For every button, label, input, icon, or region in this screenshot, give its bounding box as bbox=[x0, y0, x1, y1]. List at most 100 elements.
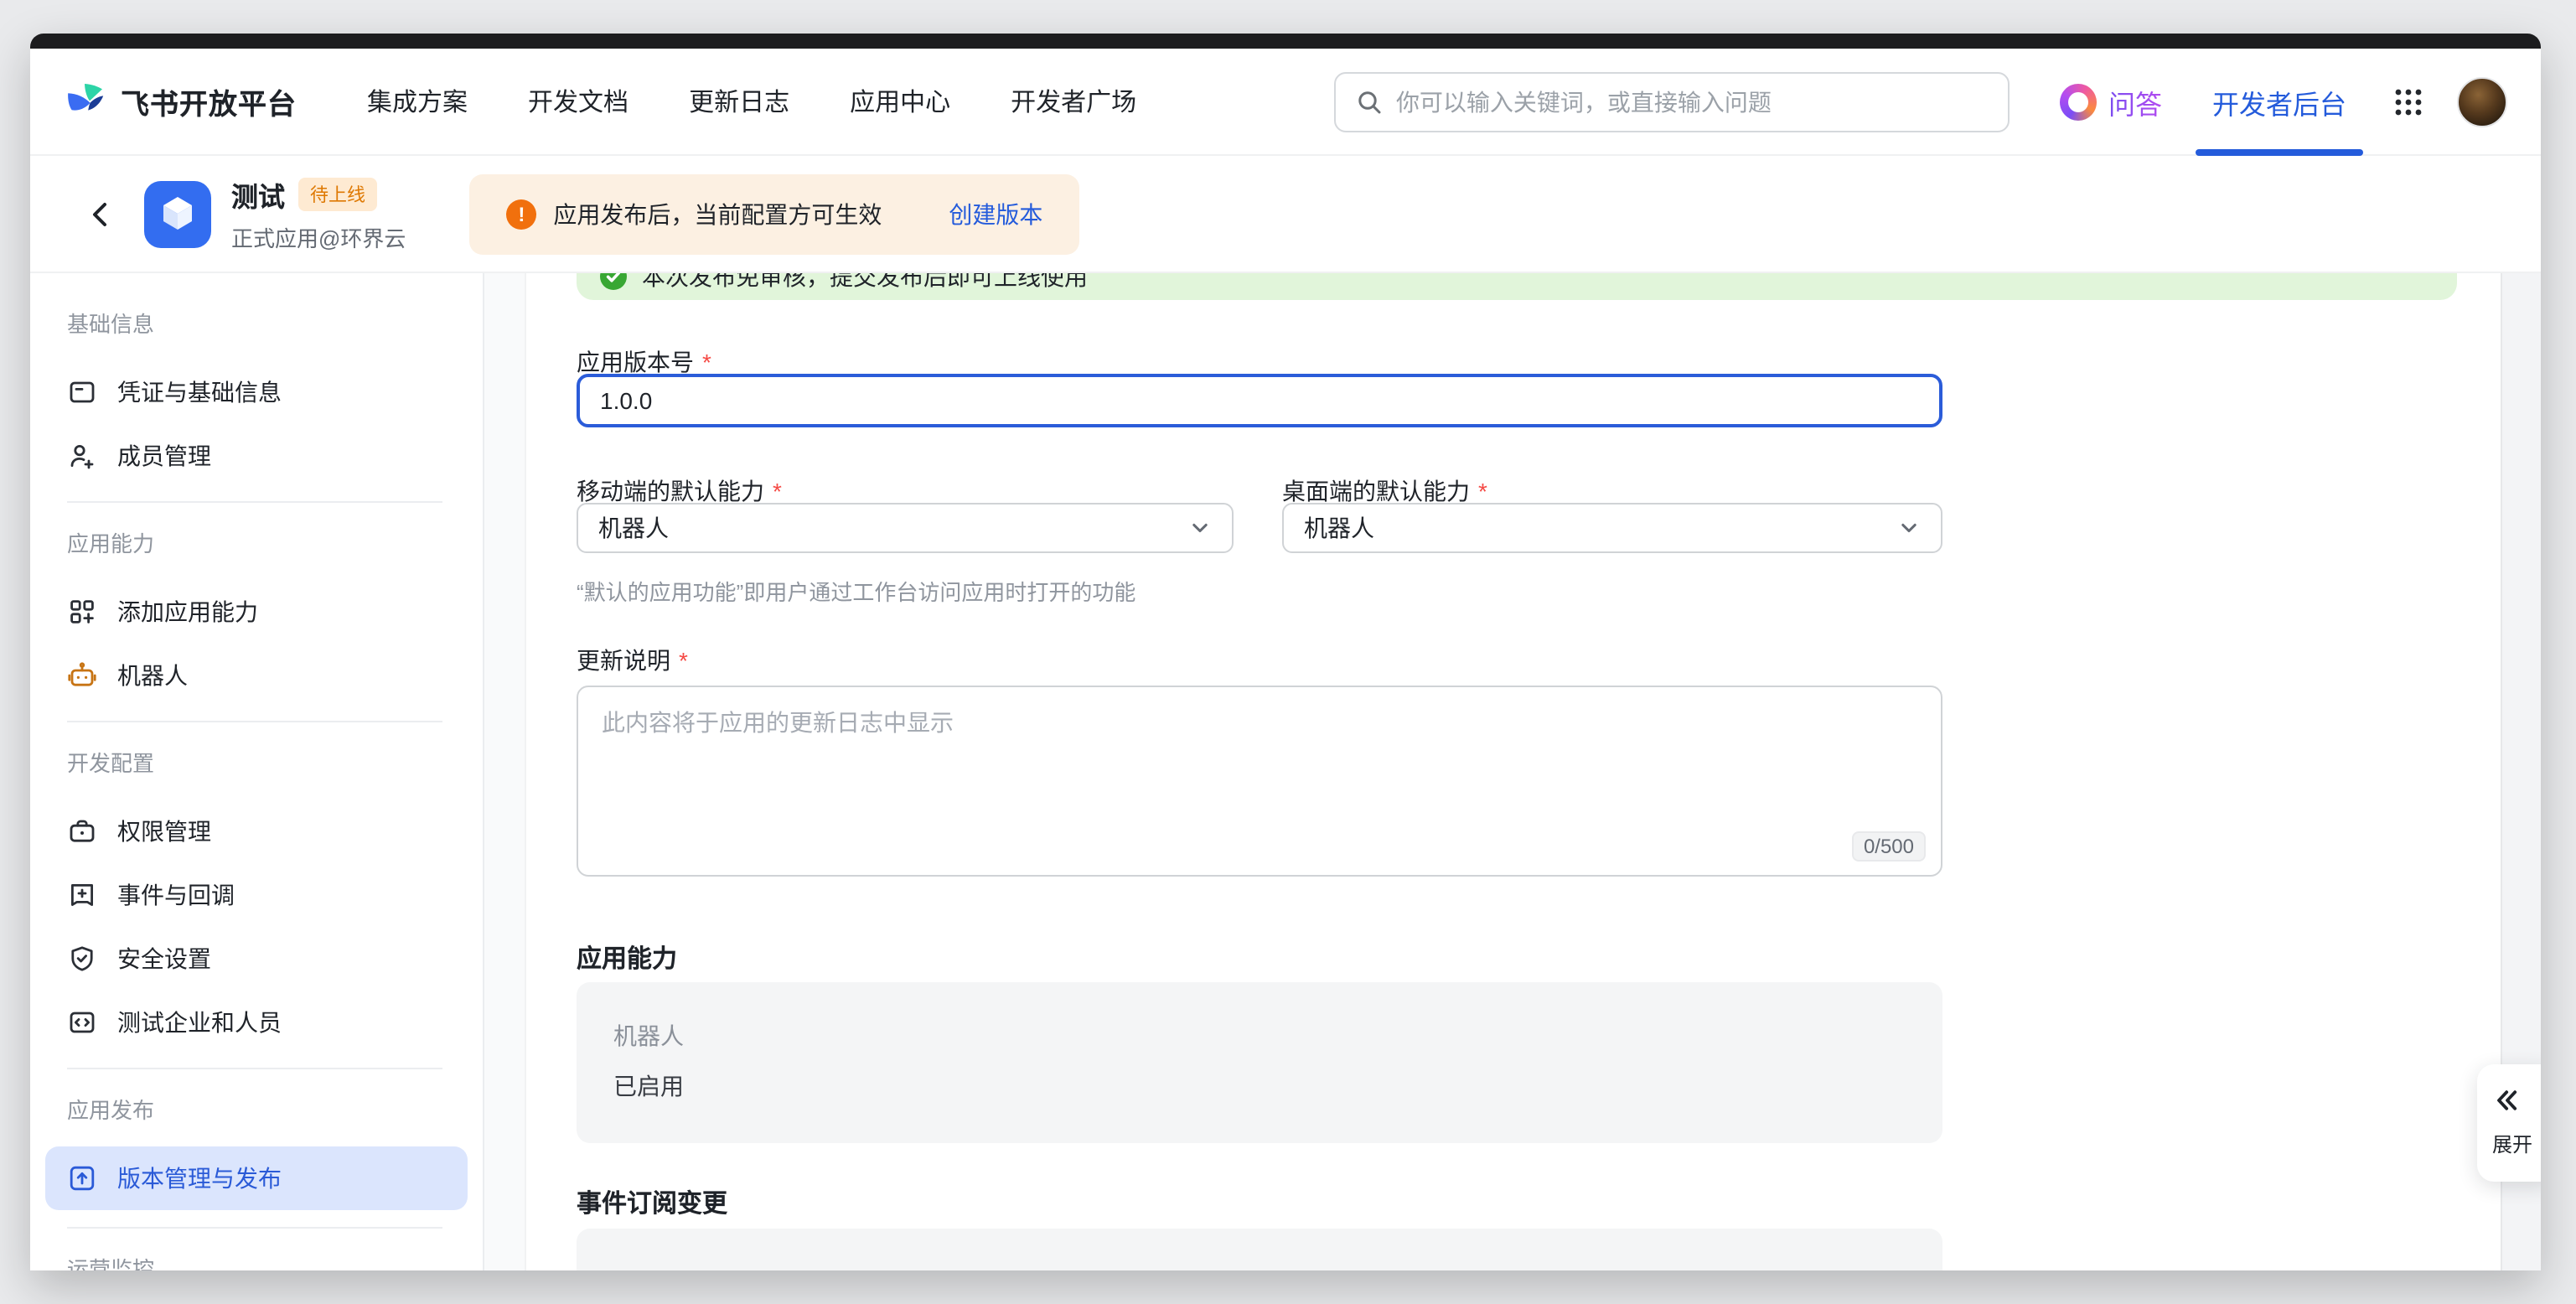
sidebar-section-devconfig: 开发配置 bbox=[30, 749, 483, 779]
top-navbar: 飞书开放平台 集成方案 开发文档 更新日志 应用中心 开发者广场 你可以输入关键… bbox=[30, 49, 2541, 156]
status-badge: 待上线 bbox=[298, 178, 377, 211]
window-titlebar bbox=[30, 34, 2541, 49]
sidebar-item-test-corp[interactable]: 测试企业和人员 bbox=[30, 991, 483, 1054]
sidebar-item-label: 事件与回调 bbox=[117, 878, 235, 912]
sidebar-item-label: 机器人 bbox=[117, 659, 188, 692]
security-icon bbox=[67, 944, 97, 974]
sidebar-item-label: 成员管理 bbox=[117, 439, 211, 473]
sidebar-section-release: 应用发布 bbox=[30, 1096, 483, 1126]
notes-textarea[interactable]: 此内容将于应用的更新日志中显示 0/500 bbox=[577, 686, 1942, 877]
capability-name: 机器人 bbox=[613, 1019, 684, 1053]
notes-placeholder: 此内容将于应用的更新日志中显示 bbox=[602, 706, 954, 739]
sidebar-item-label: 凭证与基础信息 bbox=[117, 375, 282, 409]
nav-item-changelog[interactable]: 更新日志 bbox=[689, 84, 789, 119]
sidebar: 基础信息 凭证与基础信息 成员管理 bbox=[30, 273, 484, 1270]
sidebar-item-label: 权限管理 bbox=[117, 815, 211, 848]
sidebar-section-capability: 应用能力 bbox=[30, 530, 483, 560]
search-placeholder: 你可以输入关键词，或直接输入问题 bbox=[1396, 85, 1772, 118]
release-form: 应用版本号* 移动端的默认能力* 桌面端的默认能力* 机器人 bbox=[577, 273, 1942, 1270]
app-header: 测试 待上线 正式应用@环界云 ! 应用发布后，当前配置方可生效 创建版本 bbox=[30, 156, 2541, 273]
app-subtitle: 正式应用@环界云 bbox=[231, 221, 406, 253]
sidebar-item-security[interactable]: 安全设置 bbox=[30, 927, 483, 991]
sidebar-item-events[interactable]: 事件与回调 bbox=[30, 863, 483, 927]
test-corp-icon bbox=[67, 1007, 97, 1038]
expand-label: 展开 bbox=[2492, 1130, 2532, 1158]
mobile-capability-select[interactable]: 机器人 bbox=[577, 503, 1234, 553]
event-card bbox=[577, 1229, 1942, 1270]
main-content: 本次发布免审核，提交发布后即可上线使用 应用版本号* 移动端的默认能力* 桌面端… bbox=[526, 273, 2541, 1270]
feishu-logo-icon bbox=[64, 80, 107, 123]
app-name: 测试 bbox=[231, 174, 285, 215]
mobile-capability-value: 机器人 bbox=[598, 511, 1188, 545]
member-icon bbox=[67, 441, 97, 471]
desktop-capability-value: 机器人 bbox=[1304, 511, 1897, 545]
permission-icon bbox=[67, 816, 97, 846]
warning-icon: ! bbox=[506, 199, 536, 229]
sidebar-item-label: 安全设置 bbox=[117, 942, 211, 975]
qa-ring-icon bbox=[2060, 83, 2097, 120]
double-chevron-left-icon bbox=[2492, 1086, 2521, 1115]
sidebar-item-label: 添加应用能力 bbox=[117, 595, 258, 629]
browser-window: 飞书开放平台 集成方案 开发文档 更新日志 应用中心 开发者广场 你可以输入关键… bbox=[30, 34, 2541, 1270]
required-asterisk: * bbox=[679, 647, 688, 674]
event-callback-icon bbox=[67, 880, 97, 910]
capability-hint: “默认的应用功能”即用户通过工作台访问应用时打开的功能 bbox=[577, 575, 1135, 607]
capability-card: 机器人 已启用 bbox=[577, 982, 1942, 1143]
required-asterisk: * bbox=[1478, 478, 1487, 505]
qa-entry[interactable]: 问答 bbox=[2060, 81, 2162, 122]
primary-nav: 集成方案 开发文档 更新日志 应用中心 开发者广场 bbox=[367, 84, 1136, 119]
credential-icon bbox=[67, 377, 97, 407]
active-tab-underline bbox=[2196, 148, 2363, 155]
app-icon bbox=[144, 180, 211, 247]
logo[interactable]: 飞书开放平台 bbox=[64, 80, 297, 123]
sidebar-section-monitor: 运营监控 bbox=[30, 1255, 483, 1270]
version-input[interactable] bbox=[577, 374, 1942, 427]
sidebar-divider bbox=[67, 1227, 442, 1229]
sidebar-divider bbox=[67, 721, 442, 722]
sidebar-item-permissions[interactable]: 权限管理 bbox=[30, 799, 483, 863]
char-counter: 0/500 bbox=[1852, 831, 1926, 862]
capability-status: 已启用 bbox=[613, 1069, 684, 1103]
required-asterisk: * bbox=[702, 349, 711, 375]
body: 基础信息 凭证与基础信息 成员管理 bbox=[30, 273, 2541, 1270]
sidebar-gutter bbox=[484, 273, 526, 1270]
nav-item-appcenter[interactable]: 应用中心 bbox=[850, 84, 950, 119]
search-input[interactable]: 你可以输入关键词，或直接输入问题 bbox=[1334, 71, 2010, 132]
chevron-down-icon bbox=[1188, 516, 1212, 540]
sidebar-item-label: 测试企业和人员 bbox=[117, 1006, 282, 1039]
sidebar-section-basic: 基础信息 bbox=[30, 310, 483, 340]
dev-console-tab[interactable]: 开发者后台 bbox=[2212, 81, 2346, 122]
release-icon bbox=[67, 1163, 97, 1193]
nav-item-marketplace[interactable]: 开发者广场 bbox=[1011, 84, 1136, 119]
sidebar-item-credentials[interactable]: 凭证与基础信息 bbox=[30, 360, 483, 424]
sidebar-divider bbox=[67, 1068, 442, 1069]
required-asterisk: * bbox=[773, 478, 782, 505]
add-capability-icon bbox=[67, 597, 97, 627]
expand-panel-button[interactable]: 展开 bbox=[2477, 1064, 2541, 1182]
sidebar-item-add-capability[interactable]: 添加应用能力 bbox=[30, 580, 483, 644]
sidebar-divider bbox=[67, 501, 442, 503]
event-section-title: 事件订阅变更 bbox=[577, 1188, 727, 1222]
robot-icon bbox=[67, 660, 97, 691]
publish-warning-banner: ! 应用发布后，当前配置方可生效 创建版本 bbox=[469, 173, 1079, 254]
sidebar-item-members[interactable]: 成员管理 bbox=[30, 424, 483, 488]
sidebar-item-label: 版本管理与发布 bbox=[117, 1162, 282, 1195]
warning-text: 应用发布后，当前配置方可生效 bbox=[553, 197, 882, 230]
app-meta: 测试 待上线 正式应用@环界云 bbox=[231, 174, 406, 253]
user-avatar[interactable] bbox=[2457, 76, 2507, 127]
desktop-capability-select[interactable]: 机器人 bbox=[1282, 503, 1942, 553]
back-button[interactable] bbox=[77, 190, 124, 237]
chevron-down-icon bbox=[1897, 516, 1921, 540]
sidebar-item-bot[interactable]: 机器人 bbox=[30, 644, 483, 707]
qa-label: 问答 bbox=[2108, 81, 2162, 122]
dev-console-label: 开发者后台 bbox=[2212, 91, 2346, 120]
logo-text: 飞书开放平台 bbox=[121, 80, 297, 122]
nav-item-docs[interactable]: 开发文档 bbox=[528, 84, 628, 119]
capability-section-title: 应用能力 bbox=[577, 944, 677, 977]
apps-grid-icon[interactable] bbox=[2393, 86, 2423, 116]
notes-label: 更新说明* bbox=[577, 644, 688, 677]
create-version-link[interactable]: 创建版本 bbox=[949, 197, 1042, 230]
sidebar-item-version-release[interactable]: 版本管理与发布 bbox=[45, 1146, 468, 1210]
nav-item-integration[interactable]: 集成方案 bbox=[367, 84, 468, 119]
screen: 飞书开放平台 集成方案 开发文档 更新日志 应用中心 开发者广场 你可以输入关键… bbox=[0, 0, 2576, 1304]
